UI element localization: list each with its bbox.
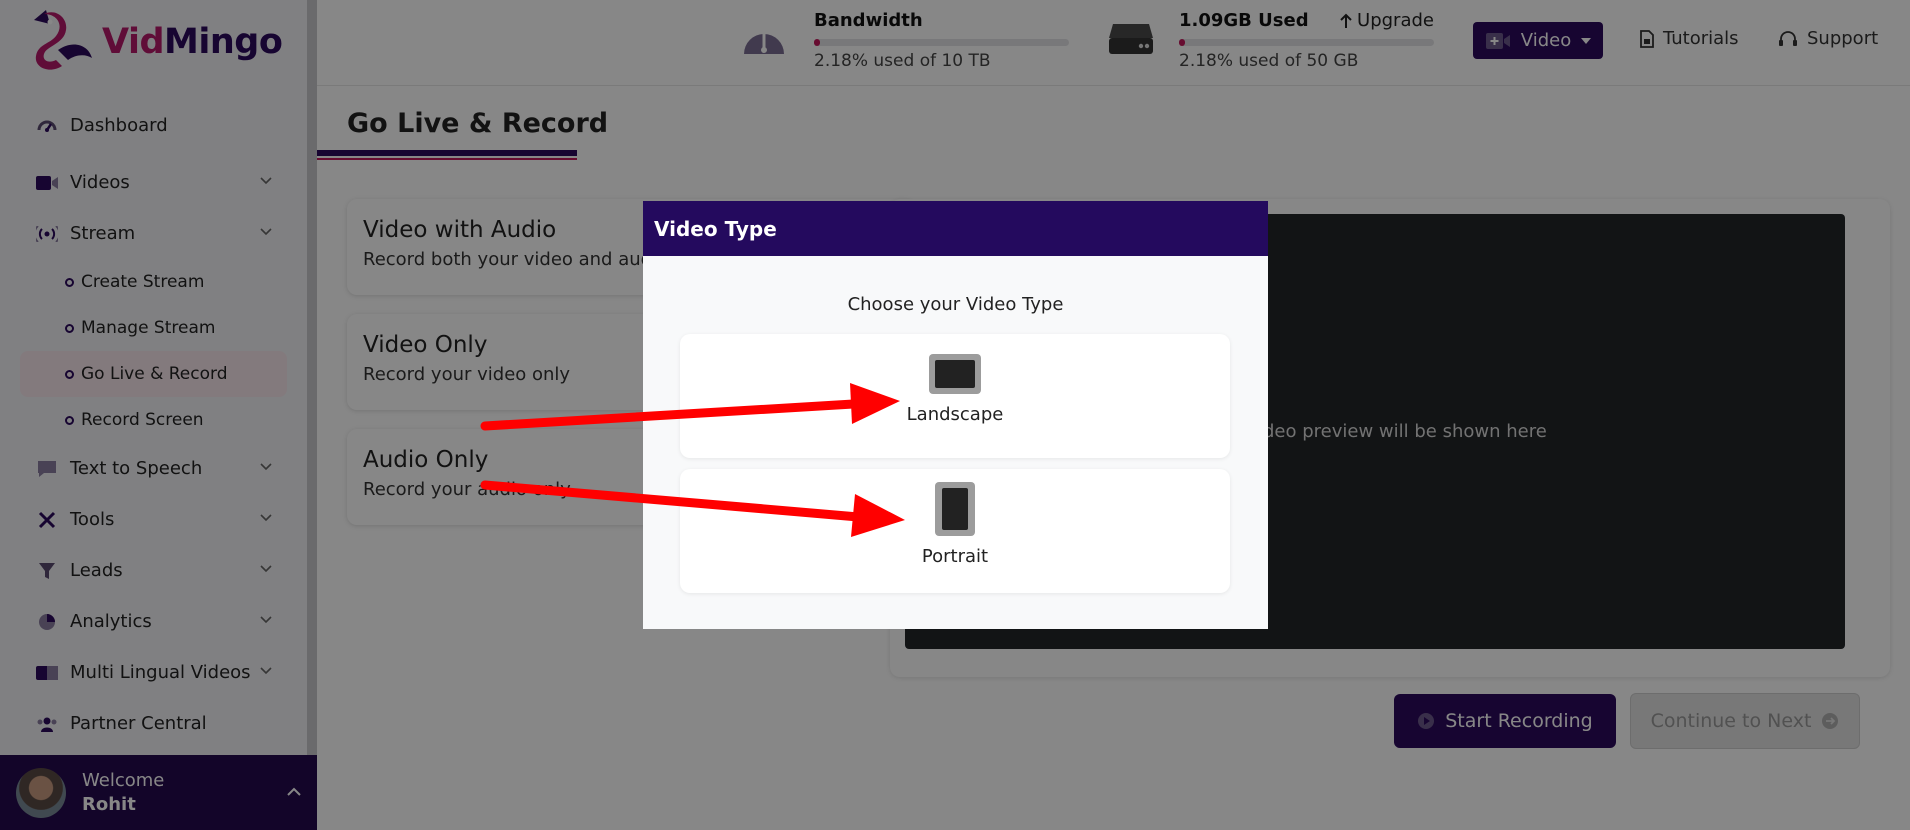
portrait-label: Portrait	[921, 546, 989, 567]
portrait-icon	[935, 482, 975, 536]
landscape-option[interactable]: Landscape	[680, 334, 1230, 458]
modal-title: Video Type	[643, 201, 1268, 256]
portrait-option[interactable]: Portrait	[680, 469, 1230, 593]
modal-subtitle: Choose your Video Type	[847, 294, 1064, 315]
landscape-label: Landscape	[906, 404, 1004, 425]
video-type-modal: Video Type Choose your Video Type Landsc…	[643, 201, 1268, 629]
landscape-icon	[929, 354, 981, 394]
